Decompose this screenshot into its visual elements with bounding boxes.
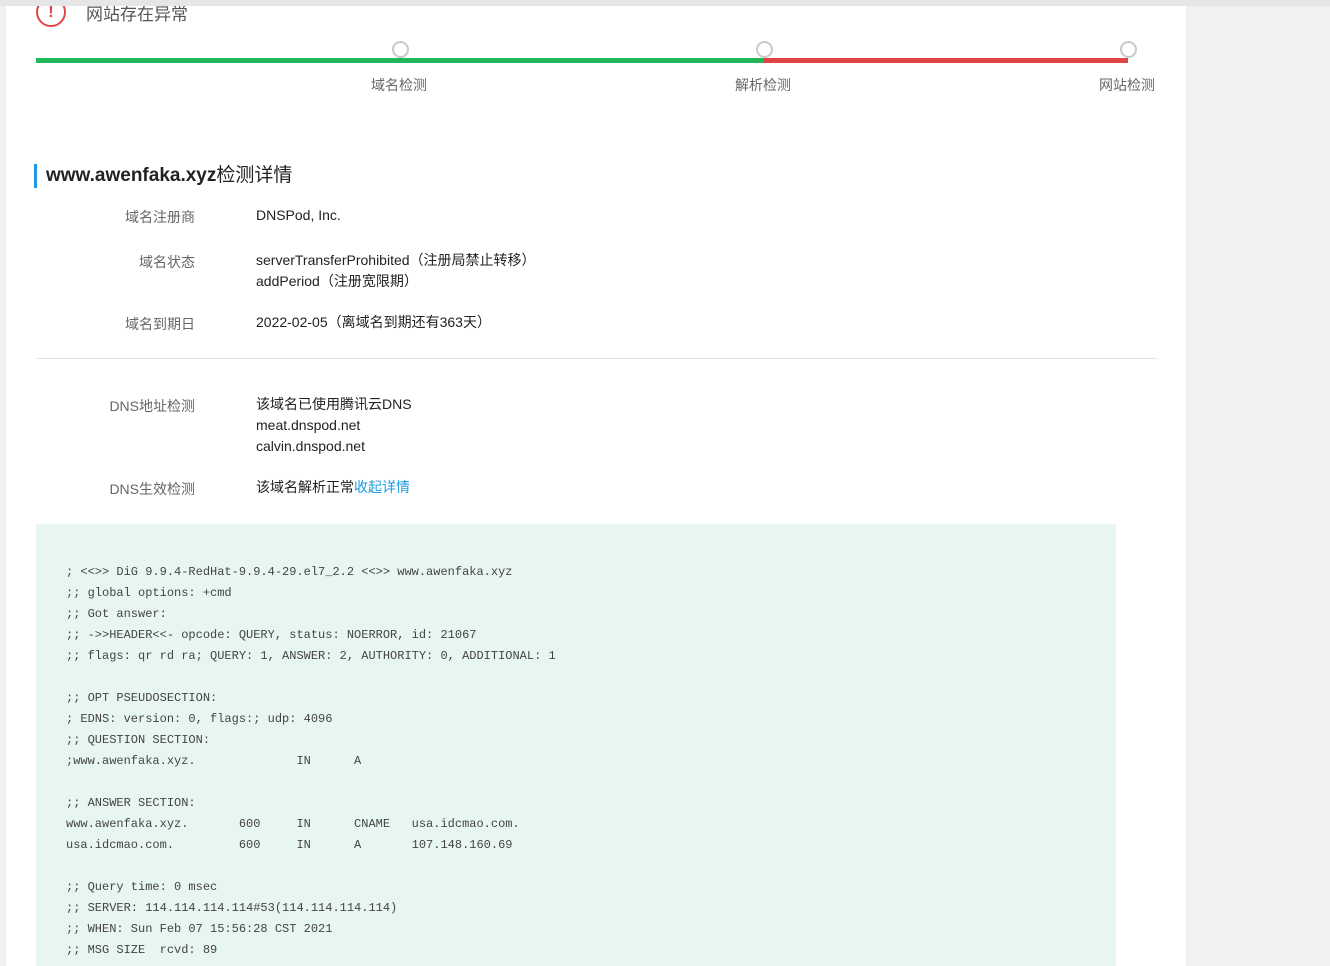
registrar-label: 域名注册商: [125, 209, 195, 225]
expiry-label: 域名到期日: [125, 316, 195, 332]
exclamation-circle-icon: !: [36, 6, 66, 27]
step-label-site: 网站检测: [1099, 77, 1155, 93]
registrar-value: DNSPod, Inc.: [256, 207, 341, 223]
step-dot-site: [1120, 41, 1137, 58]
domain-status-value: addPeriod（注册宽限期）: [256, 273, 418, 289]
step-label-domain: 域名检测: [371, 77, 427, 93]
detail-title-suffix: 检测详情: [216, 165, 293, 186]
section-divider: [36, 358, 1157, 359]
dns-address-value: meat.dnspod.net: [256, 417, 361, 433]
domain-status-values: serverTransferProhibited（注册局禁止转移） addPer…: [256, 250, 536, 292]
dns-address-label: DNS地址检测: [109, 398, 195, 414]
dns-effect-value: 该域名解析正常: [256, 479, 354, 495]
domain-status-label: 域名状态: [139, 254, 195, 270]
dns-effect-label: DNS生效检测: [109, 481, 195, 497]
detail-section-title: www.awenfaka.xyz检测详情: [34, 164, 292, 188]
dns-address-values: 该域名已使用腾讯云DNS meat.dnspod.net calvin.dnsp…: [256, 394, 412, 457]
dig-output-text: ; <<>> DiG 9.9.4-RedHat-9.9.4-29.el7_2.2…: [66, 565, 556, 957]
domain-status-value: serverTransferProhibited（注册局禁止转移）: [256, 252, 536, 268]
step-dot-domain: [392, 41, 409, 58]
dig-output-box: ; <<>> DiG 9.9.4-RedHat-9.9.4-29.el7_2.2…: [36, 524, 1116, 966]
dns-address-value: calvin.dnspod.net: [256, 438, 365, 454]
collapse-details-link[interactable]: 收起详情: [354, 479, 410, 495]
step-dot-resolve: [756, 41, 773, 58]
check-result-panel: ! 网站存在异常 域名检测 解析检测 网站检测 www.awenfaka.xyz…: [6, 6, 1186, 966]
progress-segment-resolve: [400, 58, 764, 63]
dns-address-value: 该域名已使用腾讯云DNS: [256, 396, 412, 412]
detail-domain: www.awenfaka.xyz: [46, 165, 217, 186]
site-status-text: 网站存在异常: [86, 6, 188, 24]
progress-segment-domain: [36, 58, 400, 63]
expiry-value: 2022-02-05（离域名到期还有363天）: [256, 314, 491, 330]
progress-segment-site: [764, 58, 1128, 63]
dns-effect-row: 该域名解析正常收起详情: [256, 477, 410, 498]
step-label-resolve: 解析检测: [735, 77, 791, 93]
site-status-row: ! 网站存在异常: [36, 6, 188, 30]
